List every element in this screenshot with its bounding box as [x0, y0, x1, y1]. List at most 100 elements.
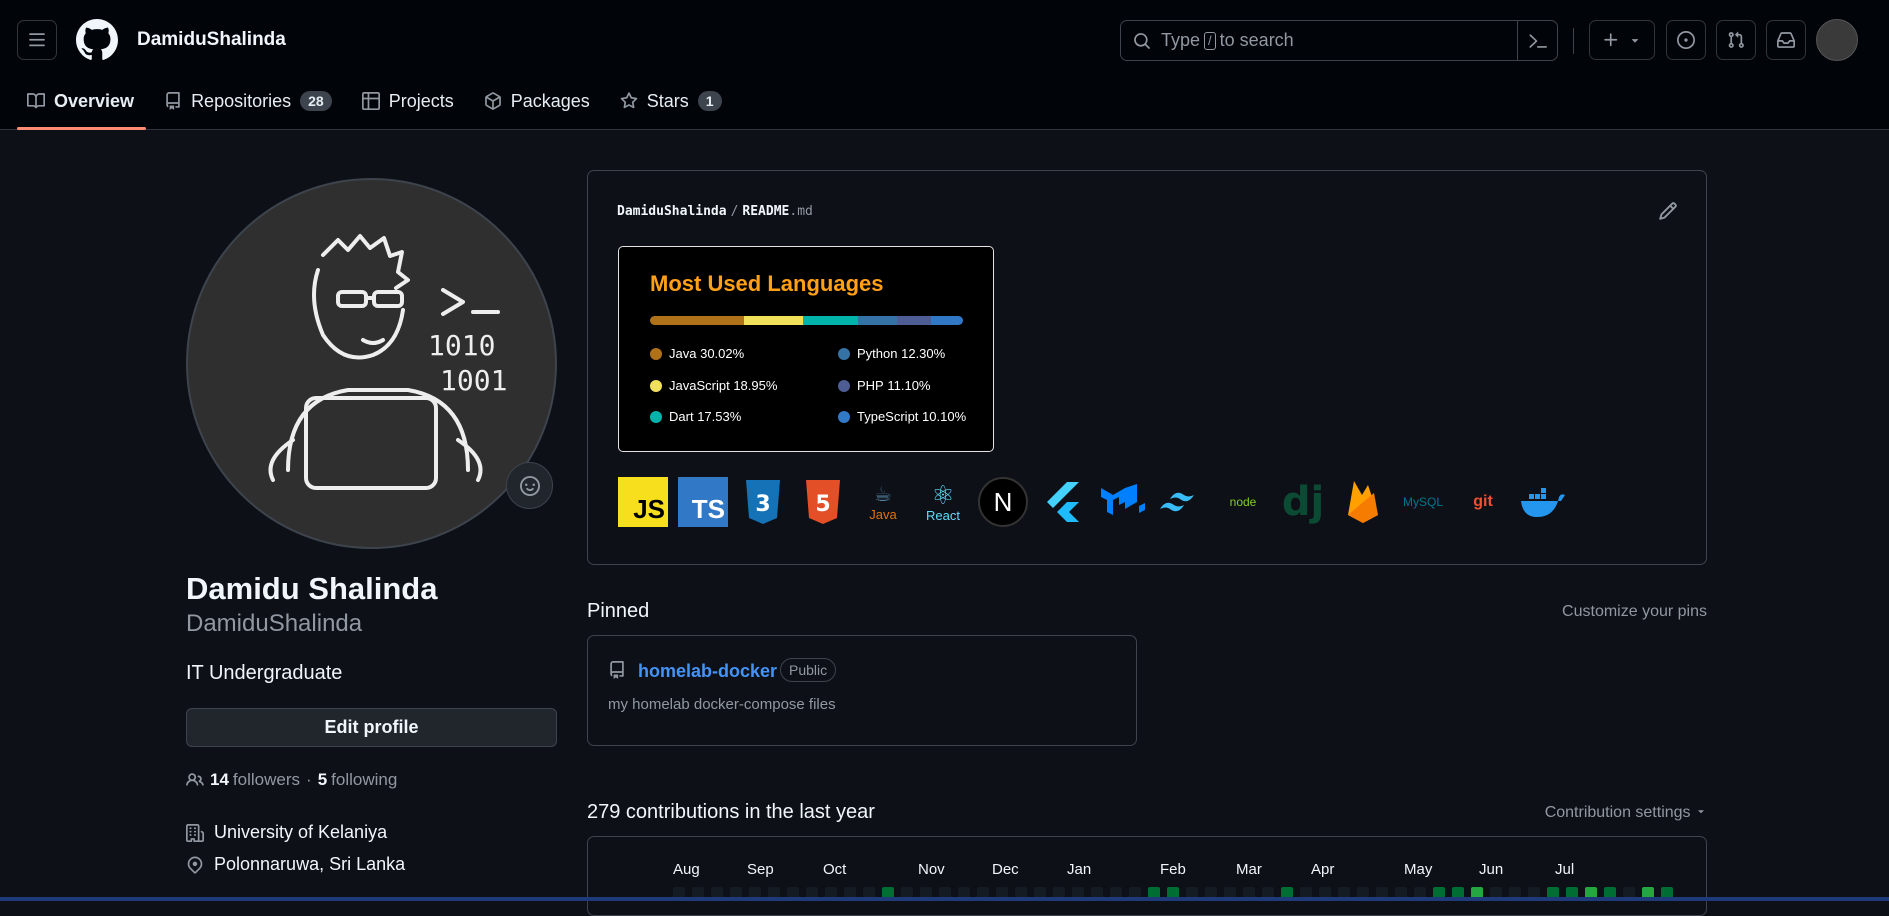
followers-count[interactable]: 14: [210, 770, 229, 790]
hamburger-icon: [29, 33, 45, 47]
docker-icon: [1518, 477, 1568, 527]
java-label: Java: [869, 507, 897, 522]
path-separator: /: [730, 204, 739, 219]
language-item: TypeScript 10.10%: [838, 409, 966, 424]
tab-label: Stars: [646, 90, 689, 111]
command-palette-button[interactable]: [1517, 21, 1557, 60]
month-label: Jan: [1067, 861, 1092, 878]
following-count[interactable]: 5: [318, 770, 327, 790]
react-label: React: [926, 507, 960, 523]
language-percent: 18.95%: [733, 378, 778, 393]
profile-tabs: Overview Repositories 28 Projects Packag…: [17, 82, 742, 130]
pull-requests-button[interactable]: [1716, 20, 1756, 60]
edit-profile-button[interactable]: Edit profile: [186, 708, 557, 747]
language-name: Python: [857, 346, 898, 361]
contribution-calendar: Aug Sep Oct Nov Dec Jan Feb Mar Apr May …: [587, 836, 1707, 916]
search-input[interactable]: Type / to search: [1120, 20, 1558, 61]
readme-file-link[interactable]: README: [742, 204, 789, 219]
language-bar-segment: [896, 316, 932, 325]
separator-dot: ·: [306, 770, 312, 789]
tab-label: Repositories: [191, 90, 292, 111]
language-dot: [650, 410, 662, 423]
package-icon: [484, 92, 501, 110]
header-username[interactable]: DamiduShalinda: [137, 29, 286, 51]
repositories-count-badge: 28: [300, 91, 332, 111]
following-link[interactable]: following: [331, 770, 397, 790]
month-label: Jun: [1479, 861, 1504, 878]
language-bar-segment: [743, 316, 804, 325]
docker-whale-icon: [1521, 488, 1565, 517]
table-icon: [361, 92, 380, 110]
tab-projects[interactable]: Projects: [352, 82, 466, 120]
month-label: Feb: [1160, 861, 1186, 878]
tab-stars[interactable]: Stars 1: [610, 82, 734, 120]
inbox-button[interactable]: [1766, 20, 1806, 60]
language-name: Java: [669, 346, 697, 361]
search-placeholder-pre: Type: [1161, 30, 1201, 50]
tab-overview[interactable]: Overview: [17, 82, 147, 130]
menu-button[interactable]: [17, 20, 57, 60]
react-atom-icon: ⚛: [931, 479, 955, 510]
language-item: Java 30.02%: [650, 346, 744, 361]
mui-logo-icon: [1101, 484, 1145, 515]
flutter-logo-icon: [1047, 482, 1079, 522]
developer-avatar-illustration: 1010 1001: [268, 234, 507, 490]
issues-button[interactable]: [1666, 20, 1706, 60]
github-logo-icon[interactable]: [76, 19, 118, 61]
repo-icon: [166, 92, 180, 110]
flutter-icon: [1038, 477, 1088, 527]
language-dot: [650, 379, 662, 392]
language-item: PHP 11.10%: [838, 378, 931, 393]
typescript-icon: TS: [678, 477, 728, 527]
month-label: Dec: [992, 861, 1019, 878]
language-bar-segment: [931, 316, 963, 325]
pinned-repo-card: homelab-docker Public my homelab docker-…: [587, 635, 1137, 746]
profile-avatar[interactable]: 1010 1001: [186, 178, 557, 549]
contribution-settings-label: Contribution settings: [1544, 804, 1691, 821]
pencil-icon[interactable]: [1658, 201, 1678, 221]
location-text: Polonnaruwa, Sri Lanka: [214, 854, 406, 874]
people-icon: [186, 773, 204, 786]
create-new-button[interactable]: [1589, 20, 1655, 60]
global-header: DamiduShalinda Type / to search Overview…: [0, 0, 1889, 130]
java-cup-icon: ☕: [874, 484, 892, 506]
css3-label: 3: [755, 492, 770, 517]
react-icon: ⚛ React: [918, 477, 968, 527]
languages-card-title: Most Used Languages: [650, 271, 884, 296]
month-label: Oct: [823, 861, 847, 878]
language-bar-segment: [803, 316, 859, 325]
contributions-heading: 279 contributions in the last year: [587, 801, 875, 823]
readme-file-ext: .md: [789, 204, 813, 219]
followers-link[interactable]: followers: [233, 770, 300, 790]
language-dot: [838, 379, 850, 392]
profile-location: Polonnaruwa, Sri Lanka: [186, 854, 405, 875]
readme-owner-link[interactable]: DamiduShalinda: [617, 204, 727, 219]
organization-text: University of Kelaniya: [214, 822, 388, 842]
tab-packages[interactable]: Packages: [474, 82, 602, 120]
profile-readme: DamiduShalinda / README.md Most Used Langu…: [587, 170, 1707, 565]
set-status-button[interactable]: [506, 462, 553, 509]
nextjs-icon: N: [978, 477, 1028, 527]
pinned-repo-link[interactable]: homelab-docker: [638, 661, 777, 682]
language-item: Python 12.30%: [838, 346, 945, 361]
search-slash-key: /: [1204, 31, 1216, 50]
language-percent: 11.10%: [887, 378, 931, 393]
language-percent: 30.02%: [700, 346, 745, 361]
mui-icon: [1098, 477, 1148, 527]
mysql-icon: MySQL: [1402, 495, 1443, 509]
language-item: JavaScript 18.95%: [650, 378, 777, 393]
pinned-repo-description: my homelab docker-compose files: [608, 696, 836, 713]
customize-pins-link[interactable]: Customize your pins: [1562, 603, 1707, 621]
tailwind-icon: [1158, 477, 1208, 527]
language-bar-segment: [650, 316, 744, 325]
javascript-icon: JS: [618, 477, 668, 527]
language-item: Dart 17.53%: [650, 409, 741, 424]
user-avatar-button[interactable]: [1816, 19, 1858, 61]
tab-repositories[interactable]: Repositories 28: [154, 82, 344, 120]
svg-text:1001: 1001: [440, 364, 507, 397]
month-label: Sep: [747, 861, 774, 878]
language-name: PHP: [857, 378, 884, 393]
language-name: Dart: [669, 409, 694, 424]
follow-stats: 14 followers · 5 following: [186, 770, 397, 790]
contribution-settings-dropdown[interactable]: Contribution settings: [1545, 804, 1707, 822]
